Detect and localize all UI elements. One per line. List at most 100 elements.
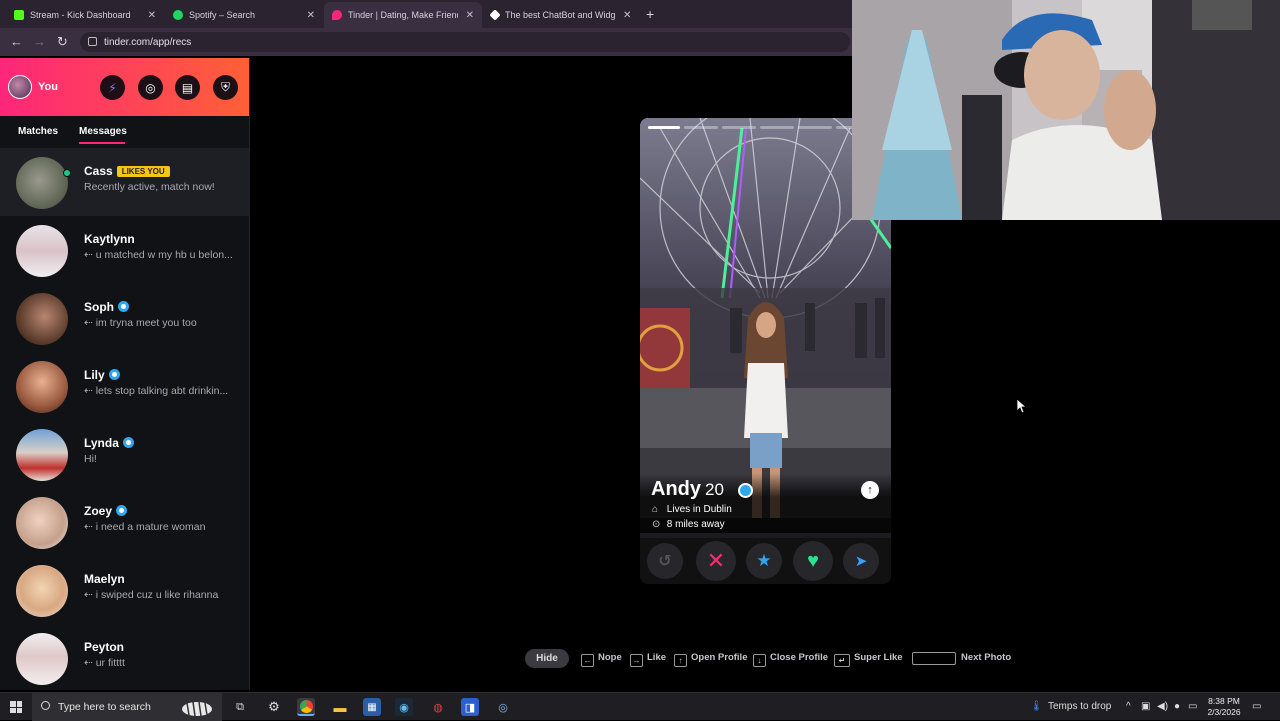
chevron-up-icon[interactable]: ^ xyxy=(1126,701,1131,712)
photo-progress xyxy=(722,126,756,129)
mouse-cursor-icon xyxy=(1017,399,1027,414)
close-icon[interactable]: ✕ xyxy=(623,10,631,21)
send-message-button[interactable]: ➤ xyxy=(843,543,879,579)
url-input[interactable]: tinder.com/app/recs xyxy=(80,32,850,52)
close-icon[interactable]: ✕ xyxy=(466,10,474,21)
spotify-icon xyxy=(173,10,183,20)
location-pin-icon: ⊙ xyxy=(652,519,661,530)
conversation-preview: ⇠ ur fitttt xyxy=(84,657,125,669)
close-icon[interactable]: ✕ xyxy=(148,10,156,21)
thermometer-icon: 🌡 xyxy=(1030,701,1043,712)
sidebar: You ⚡ ◎ ▤ ⛨ Matches Messages Cass LIKES Y… xyxy=(0,58,250,690)
volume-icon[interactable]: ◀) xyxy=(1157,701,1168,712)
action-bar: ↺ ✕ ★ ♥ ➤ xyxy=(640,538,891,584)
settings-gear-icon[interactable]: ⚙ xyxy=(265,698,283,716)
online-indicator xyxy=(63,169,71,177)
zebra-search-highlight-icon xyxy=(182,701,212,717)
obs-icon[interactable]: ◍ xyxy=(429,698,447,716)
conversation-name: Kaytlynn xyxy=(84,232,135,246)
list-item[interactable]: Peyton ⇠ ur fitttt xyxy=(0,624,249,690)
system-clock[interactable]: 8:38 PM 2/3/2026 xyxy=(1202,696,1246,718)
open-profile-button[interactable]: ↑ xyxy=(861,481,879,499)
photo-progress xyxy=(760,126,794,129)
avatar xyxy=(16,293,68,345)
profile-name: Andy 20 xyxy=(651,478,724,500)
profile-label[interactable]: You xyxy=(38,81,58,93)
windows-start-icon[interactable] xyxy=(10,701,22,713)
network-icon[interactable]: ▣ xyxy=(1141,701,1150,712)
app-icon[interactable]: ◎ xyxy=(494,698,512,716)
tab-label: Tinder | Dating, Make Friends & xyxy=(348,10,458,20)
explore-icon[interactable]: ◎ xyxy=(138,75,163,100)
shortcut-next-photo: Next Photo xyxy=(961,652,1012,663)
shortcut-super-like: ↵ Super Like xyxy=(834,652,903,667)
tab-tinder[interactable]: Tinder | Dating, Make Friends & ✕ xyxy=(324,2,482,28)
reload-icon[interactable]: ↻ xyxy=(57,34,68,50)
active-tab-indicator xyxy=(79,142,125,144)
shield-icon[interactable]: ⛨ xyxy=(213,75,238,100)
list-item[interactable]: Maelyn ⇠ i swiped cuz u like rihanna xyxy=(0,556,249,624)
tab-messages[interactable]: Messages xyxy=(79,126,127,137)
tab-label: Stream - Kick Dashboard xyxy=(30,10,131,20)
rewind-button[interactable]: ↺ xyxy=(647,543,683,579)
file-explorer-icon[interactable]: ▬ xyxy=(331,698,349,716)
avatar xyxy=(16,157,68,209)
like-button[interactable]: ♥ xyxy=(793,541,833,581)
conversation-name: Soph xyxy=(84,300,129,314)
hide-shortcuts-button[interactable]: Hide xyxy=(525,649,569,668)
notifications-icon[interactable]: ▭ xyxy=(1252,701,1261,712)
shortcut-like: → Like xyxy=(630,652,666,667)
windows-taskbar: Type here to search ⧉ ⚙ ▬ ▦ ◉ ◍ ◨ ◎ 🌡 Te… xyxy=(0,692,1280,721)
back-icon[interactable]: ← xyxy=(10,34,23,49)
tab-chatbot[interactable]: The best ChatBot and Widgets ✕ xyxy=(483,2,641,28)
app-icon[interactable]: ◨ xyxy=(461,698,479,716)
super-like-button[interactable]: ★ xyxy=(746,543,782,579)
conversation-preview: ⇠ i need a mature woman xyxy=(84,521,206,533)
list-item[interactable]: Lynda Hi! xyxy=(0,420,249,488)
tab-label: Spotify – Search xyxy=(189,10,256,20)
conversation-name: Cass LIKES YOU xyxy=(84,164,170,178)
taskbar-search-input[interactable]: Type here to search xyxy=(32,693,222,721)
boost-icon[interactable]: ⚡ xyxy=(100,75,125,100)
tab-matches[interactable]: Matches xyxy=(18,126,58,137)
tinder-icon xyxy=(332,10,342,20)
conversation-name: Lily xyxy=(84,368,120,382)
store-icon[interactable]: ▦ xyxy=(363,698,381,716)
conversation-preview: ⇠ im tryna meet you too xyxy=(84,317,197,329)
new-tab-button[interactable]: + xyxy=(646,6,654,22)
display-icon[interactable]: ▭ xyxy=(1188,701,1197,712)
avatar xyxy=(16,361,68,413)
microphone-icon[interactable]: ● xyxy=(1174,701,1180,712)
conversation-preview: ⇠ u matched w my hb u belon... xyxy=(84,249,233,261)
list-item[interactable]: Soph ⇠ im tryna meet you too xyxy=(0,284,249,352)
conversation-preview: ⇠ lets stop talking abt drinkin... xyxy=(84,385,229,397)
photo-progress-active xyxy=(648,126,680,129)
conversation-name: Lynda xyxy=(84,436,134,450)
left-arrow-key-icon: ← xyxy=(581,654,594,667)
avatar xyxy=(16,497,68,549)
task-view-icon[interactable]: ⧉ xyxy=(231,698,249,716)
list-item[interactable]: Cass LIKES YOU Recently active, match now… xyxy=(0,148,249,216)
forward-icon[interactable]: → xyxy=(33,34,46,49)
likes-you-badge: LIKES YOU xyxy=(116,166,170,177)
verified-icon xyxy=(108,369,120,380)
list-item[interactable]: Lily ⇠ lets stop talking abt drinkin... xyxy=(0,352,249,420)
site-info-icon[interactable] xyxy=(88,37,97,46)
chrome-icon[interactable] xyxy=(297,698,315,716)
close-icon[interactable]: ✕ xyxy=(307,10,315,21)
list-item[interactable]: Zoey ⇠ i need a mature woman xyxy=(0,488,249,556)
verified-icon xyxy=(122,437,134,448)
briefcase-icon[interactable]: ▤ xyxy=(175,75,200,100)
weather-widget[interactable]: Temps to drop xyxy=(1048,701,1111,712)
space-key-icon xyxy=(912,652,956,665)
chatbot-icon xyxy=(489,9,501,21)
tab-spotify[interactable]: Spotify – Search ✕ xyxy=(165,2,323,28)
avatar[interactable] xyxy=(8,75,32,99)
verified-icon xyxy=(738,483,753,498)
steam-icon[interactable]: ◉ xyxy=(395,698,413,716)
tab-kick[interactable]: Stream - Kick Dashboard ✕ xyxy=(6,2,164,28)
search-icon xyxy=(41,701,50,710)
photo-progress xyxy=(798,126,832,129)
list-item[interactable]: Kaytlynn ⇠ u matched w my hb u belon... xyxy=(0,216,249,284)
nope-button[interactable]: ✕ xyxy=(696,541,736,581)
